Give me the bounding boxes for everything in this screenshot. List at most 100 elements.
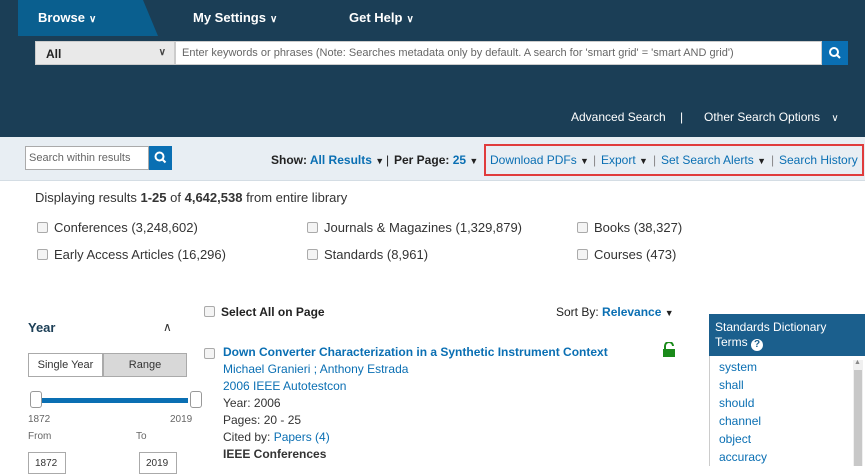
dictionary-term[interactable]: accuracy [719,450,767,464]
other-search-options-label: Other Search Options [704,110,821,124]
year-title: Year [28,320,56,335]
search-icon [829,47,841,59]
cited-prefix: Cited by: [223,430,274,444]
checkbox[interactable] [37,249,48,260]
help-icon[interactable]: ? [751,339,764,351]
result-cited-by: Cited by: Papers (4) [223,430,330,444]
dictionary-term[interactable]: system [719,360,757,374]
chevron-down-icon: ∨ [406,14,414,25]
scrollbar-thumb[interactable] [854,370,862,466]
checkbox[interactable] [37,222,48,233]
search-within-placeholder: Search within results [29,152,131,164]
divider: | [680,110,684,124]
summary-range: 1-25 [140,190,167,205]
checkbox[interactable] [307,249,318,260]
facet-standards[interactable]: Standards (8,961) [307,247,428,262]
checkbox[interactable] [577,222,588,233]
dictionary-term[interactable]: shall [719,378,744,392]
result-authors-link[interactable]: Michael Granieri ; Anthony Estrada [223,362,408,376]
facet-journals[interactable]: Journals & Magazines (1,329,879) [307,220,522,235]
facet-early-access[interactable]: Early Access Articles (16,296) [37,247,226,262]
result-title-link[interactable]: Down Converter Characterization in a Syn… [223,345,608,359]
year-slider-min-handle[interactable] [30,391,42,408]
facet-courses[interactable]: Courses (473) [577,247,676,262]
caret-down-icon: ▼ [375,156,385,166]
checkbox[interactable] [204,306,215,317]
dictionary-term[interactable]: channel [719,414,761,428]
search-button[interactable] [822,41,848,65]
sort-label: Sort By: [556,305,599,319]
browse-label: Browse [38,10,85,25]
dictionary-header: Standards Dictionary Terms ? [709,314,865,356]
chevron-down-icon: ∨ [831,113,839,124]
summary-suffix: from entire library [242,190,348,205]
my-settings-menu[interactable]: My Settings ∨ [193,10,277,25]
other-search-options-link[interactable]: Other Search Options ∨ [704,110,839,124]
chevron-up-icon[interactable]: ∧ [163,320,172,334]
result-pages: Pages: 20 - 25 [223,413,302,427]
result-venue-link[interactable]: 2006 IEEE Autotestcon [223,379,346,393]
select-all-on-page[interactable]: Select All on Page [204,305,325,319]
my-settings-label: My Settings [193,10,266,25]
show-label: Show: [271,153,307,167]
cited-papers-link[interactable]: Papers (4) [274,430,330,444]
checkbox[interactable] [307,222,318,233]
open-access-lock-icon [662,341,676,361]
search-scope-select[interactable]: All ∨ [35,41,175,65]
facet-books[interactable]: Books (38,327) [577,220,682,235]
summary-total: 4,642,538 [184,190,243,205]
search-icon [154,151,167,164]
scope-value: All [46,47,62,61]
caret-down-icon: ▼ [469,156,479,166]
advanced-search-link[interactable]: Advanced Search [571,110,666,124]
result-publisher: IEEE Conferences [223,447,327,461]
dictionary-term[interactable]: should [719,396,754,410]
year-filter-panel: Year ∧ Single Year Range 1872 2019 From … [18,300,202,466]
browse-menu[interactable]: Browse ∨ [38,10,96,25]
facet-label: Courses (473) [594,247,677,262]
scroll-up-icon[interactable]: ▲ [854,359,861,366]
checkbox[interactable] [577,249,588,260]
facet-label: Standards (8,961) [324,247,429,262]
result-year: Year: 2006 [223,396,281,410]
year-to-input[interactable]: 2019 [139,452,177,474]
dictionary-list: system shall should channel object accur… [709,356,865,466]
facet-label: Journals & Magazines (1,329,879) [324,220,523,235]
single-year-toggle[interactable]: Single Year [28,353,103,377]
per-page-label: Per Page: [394,153,450,167]
facet-label: Early Access Articles (16,296) [54,247,226,262]
get-help-menu[interactable]: Get Help ∨ [349,10,414,25]
year-slider-max-handle[interactable] [190,391,202,408]
bar: | [386,153,390,167]
sort-by-select[interactable]: Sort By: Relevance ▼ [556,305,674,319]
range-toggle[interactable]: Range [103,353,187,377]
sort-value: Relevance [602,305,662,319]
caret-down-icon: ▼ [664,308,674,318]
show-value: All Results [309,153,372,167]
to-label: To [136,431,147,442]
results-summary: Displaying results 1-25 of 4,642,538 fro… [35,190,347,205]
search-input[interactable]: Enter keywords or phrases (Note: Searche… [175,41,822,65]
dictionary-term[interactable]: object [719,432,751,446]
get-help-label: Get Help [349,10,403,25]
chevron-down-icon: ∨ [158,47,166,58]
chevron-down-icon: ∨ [269,14,278,25]
facet-conferences[interactable]: Conferences (3,248,602) [37,220,198,235]
year-slider-track[interactable] [38,398,188,403]
search-within-input[interactable]: Search within results [25,146,149,170]
standards-dictionary-panel: Standards Dictionary Terms ? system shal… [709,314,865,466]
from-label: From [28,431,52,442]
per-page-select[interactable]: Per Page: 25 ▼ [394,153,478,167]
search-within-button[interactable] [149,146,172,170]
search-placeholder: Enter keywords or phrases (Note: Searche… [182,47,734,59]
dictionary-title: Standards Dictionary Terms [715,320,827,349]
facet-label: Conferences (3,248,602) [54,220,198,235]
year-min-label: 1872 [28,414,51,425]
select-all-label: Select All on Page [221,305,325,319]
result-checkbox[interactable] [204,348,215,359]
show-filter[interactable]: Show: All Results ▼ [271,153,384,167]
year-from-input[interactable]: 1872 [28,452,66,474]
highlight-box [484,144,864,176]
year-max-label: 2019 [170,414,193,425]
summary-prefix: Displaying results [35,190,141,205]
